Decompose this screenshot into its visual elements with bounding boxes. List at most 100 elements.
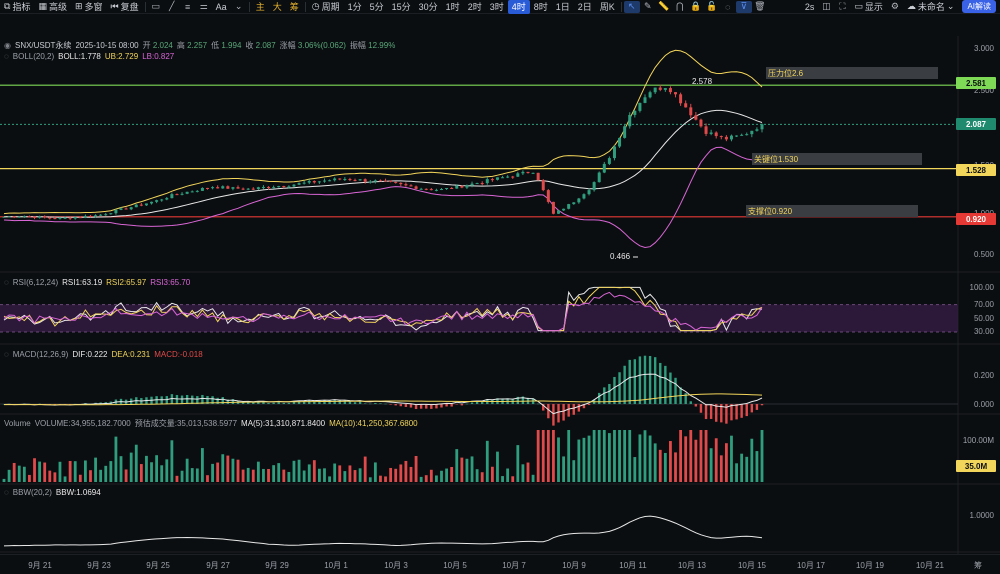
volume-bar	[679, 430, 683, 482]
volume-bar	[338, 465, 342, 482]
macd-histogram-bar	[699, 404, 703, 413]
candle-body	[231, 187, 235, 189]
candle-body	[99, 214, 103, 216]
candle-body	[450, 188, 454, 190]
macd-histogram-bar	[618, 372, 621, 404]
volume-bar	[155, 455, 159, 482]
candle-body	[226, 186, 230, 189]
rsi-axis-100: 100.00	[969, 283, 994, 292]
volume-bar	[572, 460, 576, 482]
macd-histogram-bar	[709, 404, 713, 419]
volume-bar	[541, 430, 545, 482]
x-tick: 10月 5	[443, 561, 467, 570]
volume-bar	[68, 460, 72, 482]
candle-body	[506, 176, 510, 178]
candle-body	[582, 194, 586, 199]
support-price-tag: 0.920	[956, 213, 996, 225]
volume-bar	[175, 475, 179, 482]
macd-axis-0: 0.000	[973, 400, 994, 409]
candle-body	[567, 204, 571, 209]
macd-histogram-bar	[277, 402, 280, 404]
macd-histogram-bar	[363, 403, 367, 404]
volume-axis-100m: 100.00M	[962, 436, 994, 445]
macd-histogram-bar	[409, 404, 413, 408]
x-tick: 10月 11	[619, 561, 647, 570]
volume-bar	[745, 456, 749, 482]
macd-histogram-bar	[669, 372, 672, 404]
volume-bar	[302, 470, 306, 482]
candle-body	[2, 216, 6, 218]
macd-dea-line	[4, 393, 763, 406]
macd-histogram-bar	[694, 404, 698, 407]
volume-bar	[160, 465, 164, 482]
candle-body	[155, 200, 159, 202]
candle-body	[307, 180, 311, 183]
candle-body	[546, 190, 550, 202]
candle-body	[368, 181, 372, 183]
candle-body	[236, 187, 240, 189]
candle-body	[623, 126, 627, 138]
low-mark-label: 0.466	[610, 252, 631, 261]
candle-body	[455, 185, 459, 189]
macd-histogram-bar	[185, 394, 189, 404]
candle-body	[531, 172, 535, 174]
candle-body	[119, 208, 123, 210]
macd-histogram-bar	[374, 403, 377, 404]
candle-body	[205, 187, 209, 189]
volume-bar	[53, 472, 57, 482]
macd-histogram-bar	[536, 403, 540, 405]
candle-body	[551, 201, 555, 214]
volume-bar	[368, 477, 372, 482]
macd-histogram-bar	[389, 404, 392, 405]
volume-bar	[379, 475, 382, 482]
candle-body	[175, 194, 179, 196]
volume-bar	[663, 452, 667, 482]
support-annotation[interactable]: 支撑位0.920	[746, 205, 918, 217]
macd-histogram-bar	[633, 359, 637, 404]
volume-bar	[94, 457, 97, 482]
volume-bar	[180, 470, 184, 482]
candle-body	[150, 201, 154, 204]
candle-body	[277, 186, 281, 188]
candle-body	[618, 137, 622, 147]
volume-bar	[496, 451, 499, 482]
key-level-annotation[interactable]: 关键位1.530	[752, 153, 922, 165]
volume-bar	[724, 443, 728, 482]
volume-bar	[83, 460, 87, 482]
macd-histogram-bar	[481, 401, 484, 404]
candle-body	[297, 183, 301, 185]
boll-lower-band	[3, 146, 763, 249]
volume-bar	[480, 472, 484, 482]
candle-body	[353, 179, 357, 181]
volume-bar	[653, 443, 657, 482]
volume-bar	[760, 430, 764, 482]
volume-bar	[282, 469, 286, 482]
candle-body	[536, 172, 540, 181]
macd-histogram-bar	[577, 404, 581, 412]
candle-body	[587, 190, 591, 195]
macd-histogram-bar	[674, 377, 677, 404]
volume-bar	[460, 457, 464, 482]
candle-body	[521, 171, 525, 174]
volume-bar	[735, 463, 738, 482]
macd-histogram-bar	[287, 402, 291, 404]
volume-bar	[648, 435, 652, 482]
candle-body	[22, 216, 26, 218]
macd-histogram-bar	[450, 404, 453, 407]
volume-bar	[104, 465, 108, 482]
candle-body	[470, 183, 474, 186]
volume-bar	[134, 444, 138, 482]
volume-bar	[389, 467, 393, 482]
time-axis: 9月 21 9月 23 9月 25 9月 27 9月 29 10月 1 10月 …	[0, 554, 1000, 574]
chips-toggle-label[interactable]: 筹	[974, 560, 982, 571]
candle-body	[160, 199, 164, 201]
x-tick: 9月 21	[28, 561, 52, 570]
candle-body	[211, 187, 215, 189]
candle-body	[267, 186, 271, 188]
volume-bar	[251, 469, 255, 482]
volume-bar	[628, 430, 632, 482]
resistance-annotation[interactable]: 压力位2.6	[766, 67, 938, 79]
volume-bar	[272, 465, 276, 482]
volume-bar	[114, 436, 118, 482]
kline-chart[interactable]	[0, 0, 1000, 574]
